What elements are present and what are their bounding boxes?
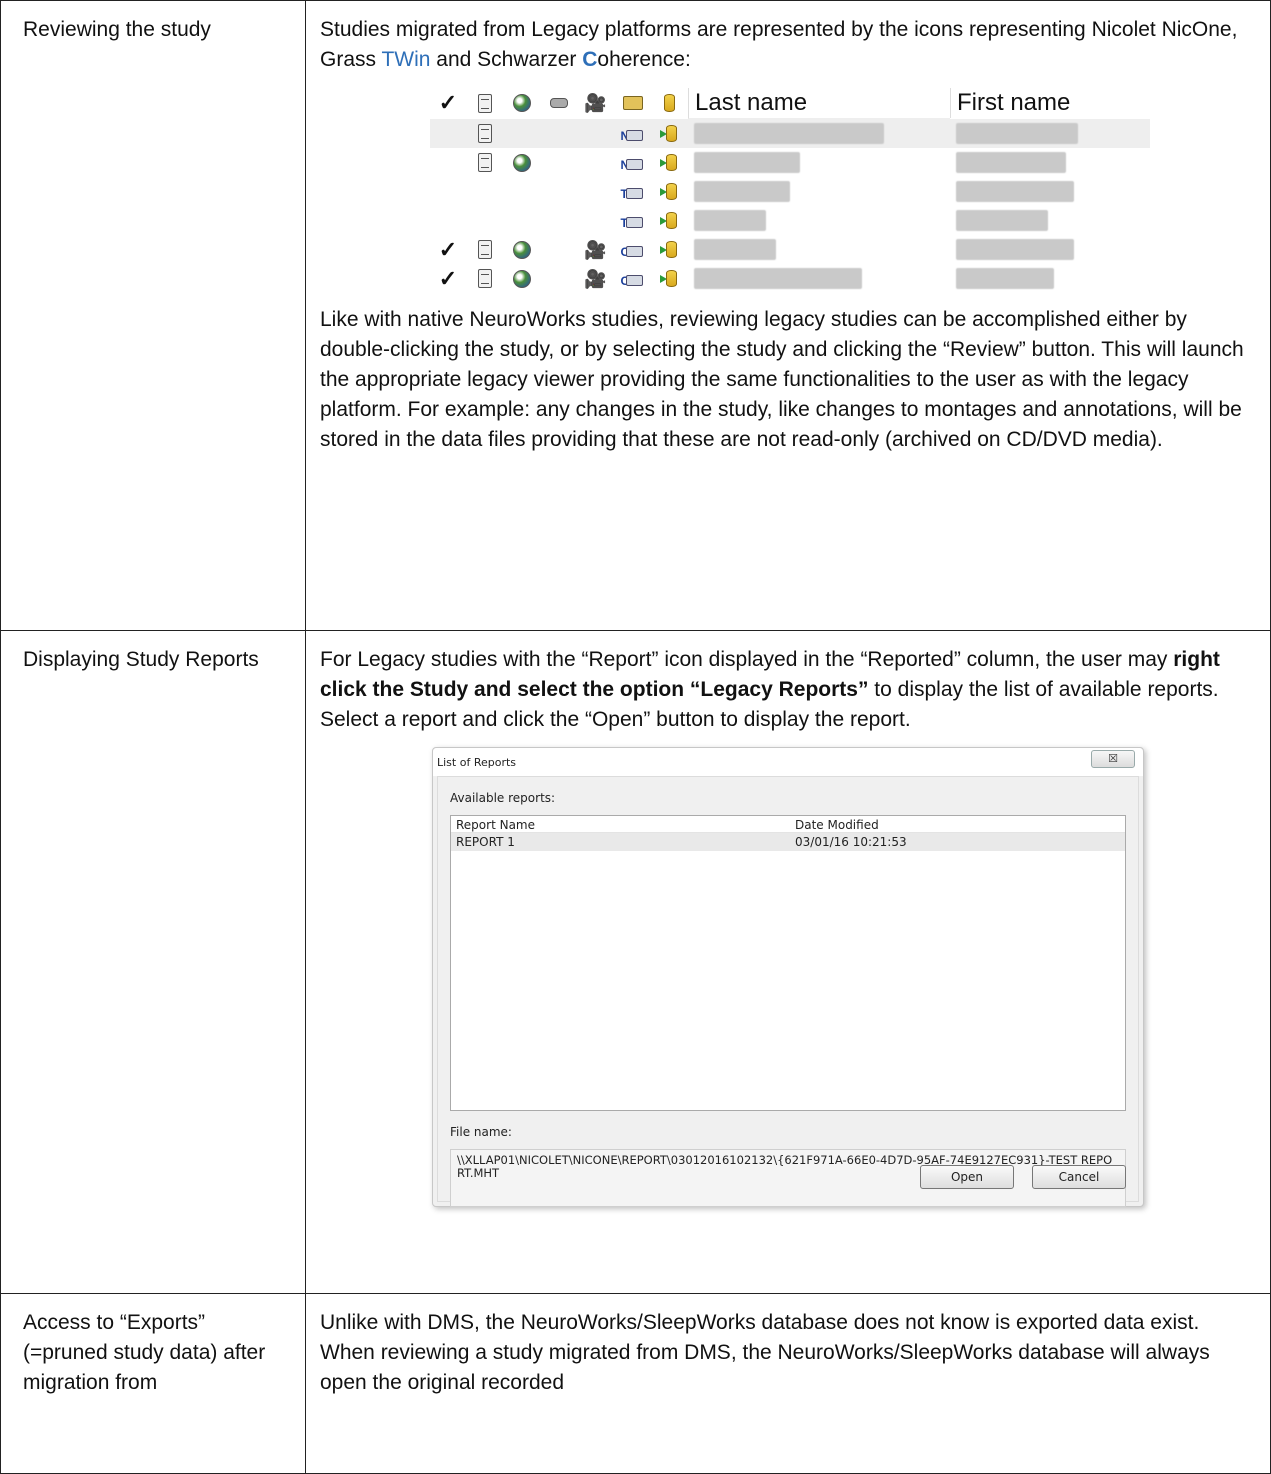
close-button[interactable]: ☒ — [1091, 750, 1135, 768]
redacted-last-name — [694, 123, 884, 144]
grid-row[interactable]: ✓ 🎥 C — [430, 264, 1150, 293]
row-label: Access to “Exports” (=pruned study data)… — [0, 1293, 306, 1474]
row-body: Studies migrated from Legacy platforms a… — [305, 0, 1271, 631]
camera-icon: 🎥 — [584, 239, 607, 260]
notes-icon — [477, 153, 492, 172]
redacted-last-name — [694, 181, 790, 202]
redacted-first-name — [956, 239, 1074, 260]
table-row: Reviewing the study Studies migrated fro… — [0, 0, 1271, 631]
table-row: Displaying Study Reports For Legacy stud… — [0, 630, 1271, 1294]
redacted-first-name — [956, 181, 1074, 202]
grid-row[interactable]: T — [430, 177, 1150, 206]
checkmark-icon: ✓ — [438, 236, 458, 262]
dialog-body: Available reports: Report Name Date Modi… — [437, 776, 1139, 1207]
intro-text: Studies migrated from Legacy platforms a… — [320, 18, 1238, 71]
globe-icon[interactable] — [512, 94, 531, 112]
column-date-modified[interactable]: Date Modified — [791, 816, 1125, 832]
storage-icon — [659, 269, 680, 289]
notes-icon — [477, 269, 492, 288]
notes-icon[interactable] — [477, 93, 492, 113]
cancel-button[interactable]: Cancel — [1032, 1165, 1126, 1189]
grid-header: ✓ 🎥 Last name First name — [430, 87, 1150, 119]
nicolet-icon: N — [621, 124, 645, 144]
column-report-name[interactable]: Report Name — [451, 816, 791, 832]
open-button[interactable]: Open — [920, 1165, 1014, 1189]
redacted-last-name — [694, 210, 766, 231]
coherence-icon: C — [621, 269, 645, 289]
list-header: Report Name Date Modified — [451, 816, 1125, 833]
folder-icon[interactable] — [622, 96, 643, 110]
grid-row[interactable]: N — [430, 119, 1150, 148]
report-date: 03/01/16 10:21:53 — [795, 835, 907, 849]
reviewing-paragraph: Like with native NeuroWorks studies, rev… — [320, 308, 1244, 451]
redacted-first-name — [956, 123, 1078, 144]
row-body: For Legacy studies with the “Report” ico… — [305, 630, 1271, 1294]
database-icon[interactable] — [664, 94, 675, 112]
file-name-label: File name: — [450, 1125, 512, 1139]
list-of-reports-figure: List of Reports ☒ Available reports: Rep… — [432, 747, 1148, 1207]
checkmark-icon: ✓ — [438, 265, 458, 291]
study-grid: ✓ 🎥 Last name First name N N T T ✓ 🎥 C ✓… — [430, 87, 1150, 293]
notes-icon — [477, 240, 492, 259]
row-label: Displaying Study Reports — [0, 630, 306, 1294]
reports-list[interactable]: Report Name Date Modified REPORT 1 03/01… — [450, 815, 1126, 1111]
list-of-reports-dialog: List of Reports ☒ Available reports: Rep… — [432, 747, 1144, 1207]
dialog-buttons: Open Cancel — [920, 1165, 1126, 1189]
coherence-icon: C — [621, 240, 645, 260]
grid-row[interactable]: N — [430, 148, 1150, 177]
redacted-last-name — [694, 239, 776, 260]
last-name-header[interactable]: Last name — [688, 87, 950, 119]
twin-icon: T — [621, 211, 645, 231]
storage-icon — [659, 182, 680, 202]
dialog-title-bar: List of Reports ☒ — [433, 748, 1143, 776]
row-body: Unlike with DMS, the NeuroWorks/SleepWor… — [305, 1293, 1271, 1474]
camera-icon: 🎥 — [584, 268, 607, 289]
available-reports-label: Available reports: — [450, 791, 556, 805]
nicolet-icon: N — [621, 153, 645, 173]
redacted-first-name — [956, 268, 1054, 289]
redacted-first-name — [956, 152, 1066, 173]
checkmark-icon[interactable]: ✓ — [439, 88, 457, 118]
table-row: Access to “Exports” (=pruned study data)… — [0, 1293, 1271, 1474]
redacted-last-name — [694, 268, 862, 289]
dialog-title: List of Reports — [437, 756, 517, 769]
report-name: REPORT 1 — [456, 835, 515, 849]
first-name-header[interactable]: First name — [950, 88, 1090, 118]
redacted-first-name — [956, 210, 1048, 231]
twin-icon: T — [621, 182, 645, 202]
grid-row[interactable]: T — [430, 206, 1150, 235]
document-table: Reviewing the study Studies migrated fro… — [0, 0, 1271, 1474]
redacted-last-name — [694, 152, 800, 173]
storage-icon — [659, 240, 680, 260]
reports-paragraph: For Legacy studies with the “Report” ico… — [320, 648, 1220, 731]
notes-icon — [477, 124, 492, 143]
globe-icon — [512, 240, 531, 259]
globe-icon — [512, 269, 531, 288]
pill-icon[interactable] — [549, 98, 568, 108]
list-item[interactable]: REPORT 1 03/01/16 10:21:53 — [451, 833, 1125, 851]
camera-icon[interactable]: 🎥 — [584, 94, 606, 112]
storage-icon — [659, 153, 680, 173]
storage-icon — [659, 211, 680, 231]
grid-row[interactable]: ✓ 🎥 C — [430, 235, 1150, 264]
globe-icon — [512, 153, 531, 172]
storage-icon — [659, 124, 680, 144]
row-label: Reviewing the study — [0, 0, 306, 631]
